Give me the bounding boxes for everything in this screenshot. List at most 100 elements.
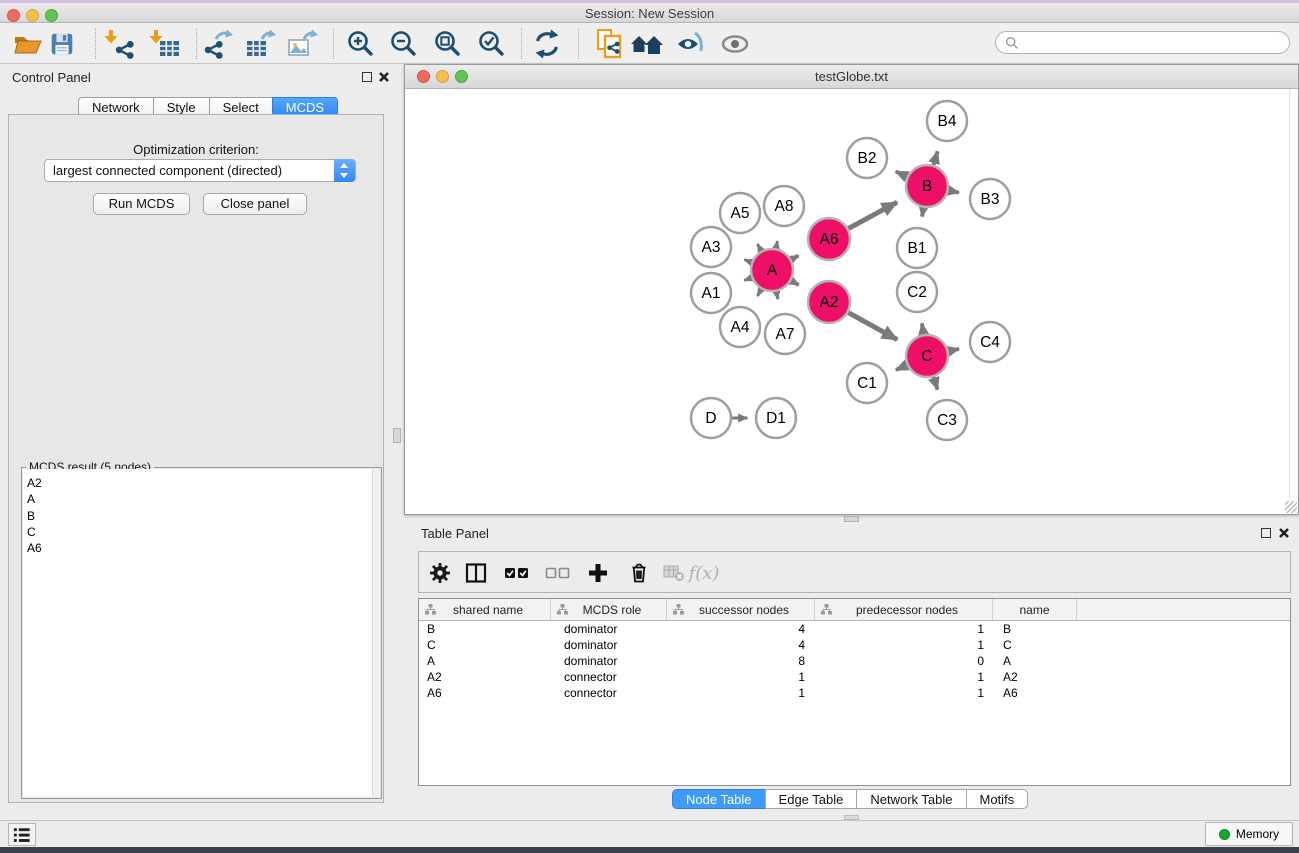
mcds-result-item[interactable]: C bbox=[27, 524, 380, 540]
table-cell[interactable]: 1 bbox=[814, 621, 992, 637]
graph-edge-A-A4[interactable] bbox=[757, 289, 761, 296]
table-cell[interactable]: 4 bbox=[666, 621, 814, 637]
mcds-result-item[interactable]: B bbox=[27, 508, 380, 524]
dropdown-stepper-icon[interactable] bbox=[334, 159, 355, 182]
table-row[interactable]: Adominator80A bbox=[419, 653, 1290, 669]
mcds-result-list[interactable]: A2ABCA6 bbox=[23, 469, 380, 797]
close-panel-icon[interactable] bbox=[378, 71, 390, 83]
export-network-icon[interactable] bbox=[202, 27, 236, 61]
graph-node-A2[interactable]: A2 bbox=[808, 281, 850, 323]
tab-edge-table[interactable]: Edge Table bbox=[765, 789, 857, 809]
graph-node-C4[interactable]: C4 bbox=[970, 322, 1010, 362]
table-cell[interactable]: dominator bbox=[550, 621, 666, 637]
table-cell[interactable]: dominator bbox=[550, 637, 666, 653]
table-cell[interactable]: 0 bbox=[814, 653, 992, 669]
graph-node-A7[interactable]: A7 bbox=[765, 314, 805, 354]
search-field[interactable] bbox=[995, 31, 1290, 54]
export-table-icon[interactable] bbox=[244, 27, 278, 61]
zoom-fit-icon[interactable] bbox=[431, 27, 465, 61]
show-columns-icon[interactable] bbox=[463, 561, 489, 585]
zoom-selected-icon[interactable] bbox=[475, 27, 509, 61]
float-panel-icon[interactable] bbox=[362, 72, 372, 82]
tab-network-table[interactable]: Network Table bbox=[856, 789, 965, 809]
column-header-predecessor-nodes[interactable]: predecessor nodes bbox=[814, 599, 992, 620]
clone-network-icon[interactable] bbox=[593, 27, 627, 61]
table-cell[interactable]: A2 bbox=[992, 669, 1076, 685]
table-cell[interactable]: B bbox=[419, 621, 550, 637]
graph-node-B4[interactable]: B4 bbox=[927, 101, 967, 141]
column-header-successor-nodes[interactable]: successor nodes bbox=[666, 599, 814, 620]
graph-node-C[interactable]: C bbox=[906, 335, 948, 377]
table-cell[interactable]: B bbox=[992, 621, 1076, 637]
graph-node-D[interactable]: D bbox=[691, 398, 731, 438]
task-history-button[interactable] bbox=[8, 823, 36, 846]
graph-node-A3[interactable]: A3 bbox=[691, 227, 731, 267]
graph-node-B1[interactable]: B1 bbox=[897, 228, 937, 268]
tab-motifs[interactable]: Motifs bbox=[966, 789, 1029, 809]
import-network-icon[interactable] bbox=[103, 27, 137, 61]
table-cell[interactable]: A2 bbox=[419, 669, 550, 685]
graph-node-B3[interactable]: B3 bbox=[970, 179, 1010, 219]
delete-column-trash-icon[interactable] bbox=[626, 561, 652, 585]
column-header-name[interactable]: name bbox=[992, 599, 1076, 620]
table-cell[interactable]: 8 bbox=[666, 653, 814, 669]
table-cell[interactable]: 1 bbox=[666, 685, 814, 701]
table-row[interactable]: A6connector11A6 bbox=[419, 685, 1290, 701]
table-cell[interactable]: C bbox=[419, 637, 550, 653]
graph-node-A4[interactable]: A4 bbox=[720, 307, 760, 347]
main-titlebar[interactable]: Session: New Session bbox=[0, 3, 1299, 23]
graph-edge-A6-B[interactable] bbox=[848, 202, 897, 228]
graph-node-A1[interactable]: A1 bbox=[691, 273, 731, 313]
export-image-icon[interactable] bbox=[286, 27, 320, 61]
table-cell[interactable]: C bbox=[992, 637, 1076, 653]
search-input[interactable] bbox=[1019, 36, 1269, 50]
home-view-icon[interactable] bbox=[630, 27, 664, 61]
select-all-checkboxes-icon[interactable] bbox=[504, 561, 530, 585]
table-cell[interactable]: A6 bbox=[992, 685, 1076, 701]
column-header-shared-name[interactable]: shared name bbox=[419, 599, 550, 620]
graph-edge-C-C3[interactable] bbox=[934, 377, 938, 390]
table-settings-gear-icon[interactable] bbox=[427, 561, 453, 585]
deselect-all-checkboxes-icon[interactable] bbox=[545, 561, 571, 585]
table-cell[interactable]: A bbox=[419, 653, 550, 669]
table-cell[interactable]: 1 bbox=[814, 685, 992, 701]
graph-edge-A2-C[interactable] bbox=[848, 313, 897, 340]
graph-node-C3[interactable]: C3 bbox=[927, 400, 967, 440]
table-cell[interactable]: A6 bbox=[419, 685, 550, 701]
memory-button[interactable]: Memory bbox=[1205, 822, 1293, 846]
table-cell[interactable]: connector bbox=[550, 685, 666, 701]
run-mcds-button[interactable]: Run MCDS bbox=[93, 193, 190, 215]
list-scrollbar[interactable] bbox=[372, 469, 380, 797]
table-cell[interactable]: A bbox=[992, 653, 1076, 669]
float-panel-icon[interactable] bbox=[1261, 528, 1271, 538]
hide-selected-eye-icon[interactable] bbox=[674, 27, 708, 61]
tab-node-table[interactable]: Node Table bbox=[672, 789, 765, 809]
save-session-icon[interactable] bbox=[45, 27, 79, 61]
table-cell[interactable]: 1 bbox=[814, 669, 992, 685]
network-window-titlebar[interactable]: testGlobe.txt bbox=[405, 65, 1298, 89]
column-header-mcds-role[interactable]: MCDS role bbox=[550, 599, 666, 620]
window-resize-grip[interactable] bbox=[1285, 501, 1297, 513]
close-panel-button[interactable]: Close panel bbox=[203, 193, 307, 215]
mcds-result-item[interactable]: A bbox=[27, 491, 380, 507]
graph-edge-A-A5[interactable] bbox=[757, 244, 761, 251]
table-row[interactable]: Cdominator41C bbox=[419, 637, 1290, 653]
graph-node-B2[interactable]: B2 bbox=[847, 138, 887, 178]
graph-node-A5[interactable]: A5 bbox=[720, 193, 760, 233]
import-table-icon[interactable] bbox=[148, 27, 182, 61]
graph-node-C1[interactable]: C1 bbox=[847, 363, 887, 403]
graph-node-A[interactable]: A bbox=[751, 249, 793, 291]
mcds-result-item[interactable]: A6 bbox=[27, 540, 380, 556]
graph-node-D1[interactable]: D1 bbox=[756, 398, 796, 438]
zoom-in-icon[interactable] bbox=[344, 27, 378, 61]
network-canvas[interactable]: AA1A3A4A5A7A8A6A2BB1B2B3B4CC1C2C3C4DD1 bbox=[406, 89, 1291, 513]
table-row[interactable]: A2connector11A2 bbox=[419, 669, 1290, 685]
graph-node-A6[interactable]: A6 bbox=[808, 218, 850, 260]
graph-node-C2[interactable]: C2 bbox=[897, 272, 937, 312]
mcds-result-item[interactable]: A2 bbox=[27, 475, 380, 491]
close-panel-icon[interactable] bbox=[1278, 527, 1290, 539]
table-cell[interactable]: connector bbox=[550, 669, 666, 685]
graph-edge-A-A3[interactable] bbox=[744, 260, 751, 263]
create-column-plus-icon[interactable] bbox=[585, 561, 611, 585]
graph-edge-B-B3[interactable] bbox=[949, 190, 959, 192]
